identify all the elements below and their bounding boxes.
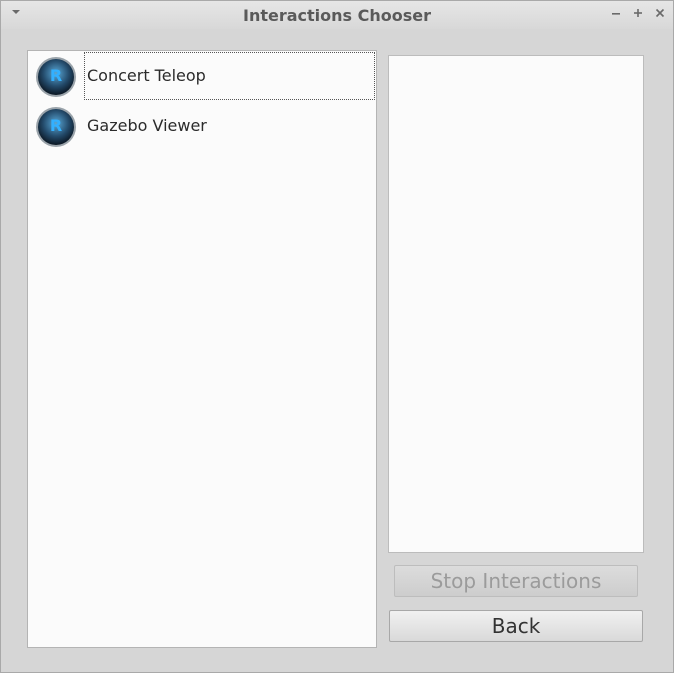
interactions-chooser-window: Interactions Chooser R Concert Teleop R … (0, 0, 674, 673)
ros-logo-icon: R (36, 57, 76, 97)
close-icon[interactable] (653, 6, 667, 20)
list-item-label: Gazebo Viewer (87, 116, 207, 135)
list-item[interactable]: R Gazebo Viewer (28, 101, 376, 151)
ros-logo-icon: R (36, 107, 76, 147)
svg-text:R: R (50, 116, 62, 135)
interaction-details-panel (388, 55, 644, 553)
interactions-list[interactable]: R Concert Teleop R Gazebo Viewer (27, 50, 377, 648)
maximize-icon[interactable] (631, 6, 645, 20)
title-bar[interactable]: Interactions Chooser (1, 1, 673, 29)
list-item-label: Concert Teleop (87, 66, 206, 85)
minimize-icon[interactable] (609, 6, 623, 20)
list-item[interactable]: R Concert Teleop (28, 51, 376, 101)
back-button[interactable]: Back (389, 610, 643, 642)
window-title: Interactions Chooser (242, 6, 431, 25)
svg-text:R: R (50, 66, 62, 85)
stop-interactions-button[interactable]: Stop Interactions (394, 565, 638, 597)
